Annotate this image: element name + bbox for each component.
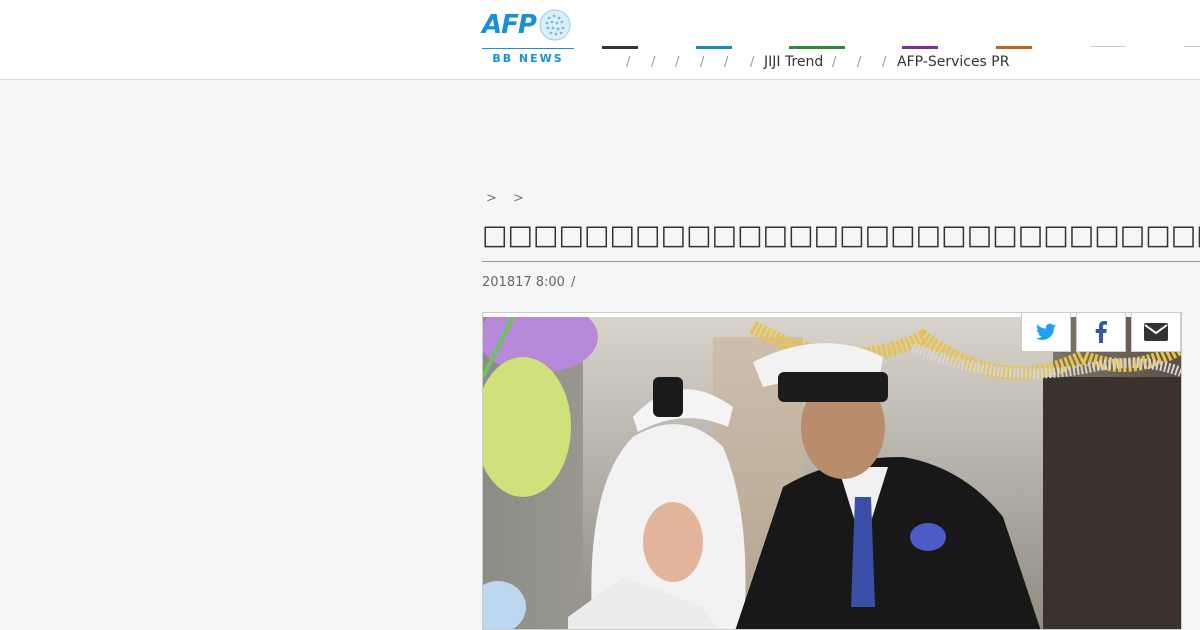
mail-icon [1144,323,1168,341]
article-date: 201817 8:00 [482,275,565,290]
breadcrumb[interactable]: > > [486,191,530,206]
nav-separator: / [651,55,656,70]
site-header: AFP BB NEWS / / / / / / JIJI Trend / / /… [0,0,1200,80]
wedding-photo [483,317,1181,629]
globe-icon [539,9,571,41]
nav-separator: / [700,55,705,70]
article-photo[interactable] [482,312,1182,630]
logo-rule [482,48,574,49]
share-twitter-button[interactable] [1021,312,1071,352]
nav-separator: / [750,55,755,70]
nav-separator: / [857,55,862,70]
nav-item-afp-services-pr[interactable]: AFP-Services PR [897,54,1009,70]
nav-bar-7 [1184,46,1200,47]
nav-separator: / [832,55,837,70]
twitter-icon [1036,323,1056,340]
afp-bb-news-logo[interactable]: AFP BB NEWS [482,8,574,66]
nav-bar-5 [996,46,1032,49]
nav-separator: / [675,55,680,70]
nav-separator: / [882,55,887,70]
nav-bar-4 [902,46,938,49]
nav-bar-3 [789,46,845,49]
facebook-icon [1095,321,1107,343]
nav-bar-6 [1090,46,1126,47]
share-mail-button[interactable] [1131,312,1181,352]
logo-subtitle: BB NEWS [492,52,564,65]
logo-text: AFP [482,10,537,40]
title-divider [482,261,1200,262]
article-title: □□□□□□□□□□□□□□□□□□□□□□□□□□□□□□□□□□□□ [482,220,1200,251]
nav-separator: / [626,55,631,70]
nav-item-jiji-trend[interactable]: JIJI Trend [764,54,823,70]
share-facebook-button[interactable] [1076,312,1126,352]
nav-separator: / [724,55,729,70]
nav-bar-1 [602,46,638,49]
nav-bar-2 [696,46,732,49]
meta-separator: / [571,275,576,290]
